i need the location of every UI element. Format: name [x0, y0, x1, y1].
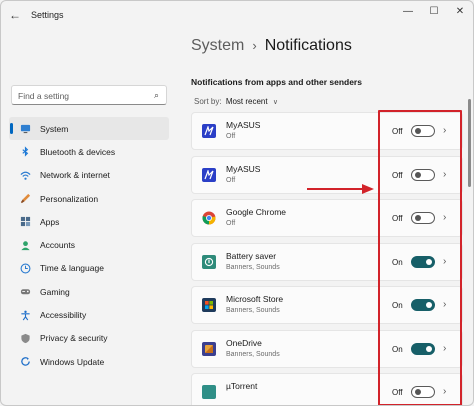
utorrent-icon: [202, 385, 216, 399]
sidebar-item-apps[interactable]: Apps: [9, 210, 169, 233]
app-status: Banners, Sounds: [226, 263, 280, 271]
back-arrow-icon[interactable]: ←: [9, 8, 21, 22]
breadcrumb: System › Notifications: [191, 37, 352, 55]
brush-icon: [19, 193, 31, 205]
sidebar-item-time-language[interactable]: Time & language: [9, 257, 169, 280]
annotation-arrow-icon: [307, 184, 374, 194]
app-status: Off: [226, 220, 236, 227]
minimize-button[interactable]: —: [398, 6, 418, 17]
annotation-highlight-box: [378, 110, 462, 405]
scrollbar[interactable]: [468, 99, 471, 187]
sort-value[interactable]: Most recent: [226, 97, 268, 106]
sort-dropdown[interactable]: Sort by: Most recent ∨: [194, 97, 278, 106]
settings-window: ← Settings — ☐ ✕ ⌕ System Bluetooth & de…: [0, 0, 474, 406]
sidebar-item-accessibility[interactable]: Accessibility: [9, 303, 169, 326]
globe-clock-icon: [19, 262, 31, 274]
breadcrumb-parent[interactable]: System: [191, 37, 244, 54]
sidebar-item-label: Accounts: [40, 240, 75, 251]
search-input[interactable]: [12, 87, 142, 105]
chrome-icon: [202, 211, 216, 225]
update-icon: [19, 356, 31, 368]
sidebar-item-label: Time & language: [40, 263, 104, 274]
sidebar-item-label: Network & internet: [40, 170, 110, 181]
app-title: Settings: [31, 10, 64, 20]
app-name: Battery saver: [226, 250, 277, 261]
sidebar-item-label: Windows Update: [40, 356, 105, 367]
sidebar-item-privacy-security[interactable]: Privacy & security: [9, 327, 169, 350]
sidebar-item-label: Bluetooth & devices: [40, 146, 116, 157]
gamepad-icon: [19, 286, 31, 298]
app-name: Google Chrome: [226, 207, 287, 217]
section-heading: Notifications from apps and other sender…: [191, 77, 362, 87]
sidebar-item-windows-update[interactable]: Windows Update: [9, 350, 169, 373]
breadcrumb-separator-icon: ›: [252, 38, 257, 53]
sidebar-item-label: System: [40, 123, 69, 134]
sidebar-item-label: Personalization: [40, 193, 99, 204]
search-box[interactable]: ⌕: [11, 85, 167, 105]
app-status: Banners, Sounds: [226, 307, 280, 314]
sidebar-item-label: Accessibility: [40, 310, 87, 321]
search-icon[interactable]: ⌕: [154, 90, 159, 101]
sidebar-item-label: Privacy & security: [40, 333, 108, 344]
onedrive-icon: [202, 341, 216, 356]
wifi-icon: [19, 169, 31, 181]
sidebar-item-accounts[interactable]: Accounts: [9, 233, 169, 256]
sort-label: Sort by:: [194, 97, 222, 106]
store-icon: [202, 298, 216, 312]
sidebar-item-bluetooth[interactable]: Bluetooth & devices: [9, 140, 169, 163]
app-name: Microsoft Store: [226, 294, 284, 304]
sidebar-item-label: Gaming: [40, 286, 70, 297]
apps-icon: [19, 216, 31, 228]
myasus-icon: [202, 167, 216, 182]
sidebar-item-personalization[interactable]: Personalization: [9, 187, 169, 210]
app-status: Banners, Sounds: [226, 350, 280, 358]
app-name: µTorrent: [226, 381, 258, 391]
app-name: MyASUS: [226, 163, 261, 174]
app-status: Off: [226, 176, 236, 184]
sidebar-item-network[interactable]: Network & internet: [9, 164, 169, 187]
chevron-down-icon[interactable]: ∨: [273, 99, 278, 106]
close-button[interactable]: ✕: [450, 6, 470, 17]
sidebar-item-label: Apps: [40, 216, 60, 227]
bluetooth-icon: [19, 146, 31, 158]
title-bar: ← Settings — ☐ ✕: [1, 1, 473, 31]
page-title: Notifications: [264, 37, 352, 54]
monitor-icon: [19, 123, 31, 135]
person-icon: [19, 239, 31, 251]
myasus-icon: [202, 124, 216, 138]
app-name: MyASUS: [226, 120, 261, 130]
sidebar-item-gaming[interactable]: Gaming: [9, 280, 169, 303]
sidebar-item-system[interactable]: System: [9, 117, 169, 141]
app-name: OneDrive: [226, 337, 262, 348]
shield-icon: [19, 332, 31, 344]
maximize-button[interactable]: ☐: [424, 6, 444, 17]
accessibility-icon: [19, 309, 31, 321]
battery-saver-icon: [202, 254, 216, 269]
sidebar-nav: System Bluetooth & devices Network & int…: [9, 117, 169, 373]
app-status: Off: [226, 133, 236, 140]
